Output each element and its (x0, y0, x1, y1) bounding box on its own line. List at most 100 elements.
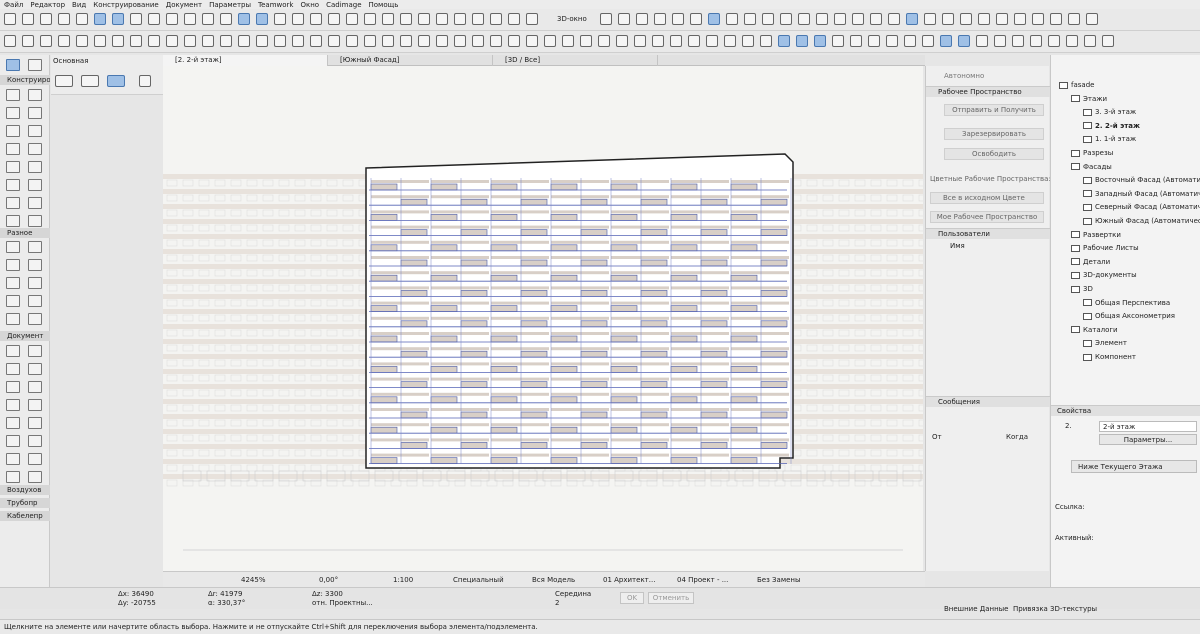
parameters-button[interactable]: Параметры... (1099, 434, 1197, 445)
toolbar-button-icon[interactable] (634, 35, 646, 47)
toolbar-button-icon[interactable] (940, 35, 952, 47)
menu-item[interactable]: Документ (166, 1, 202, 9)
toolbar-button-icon[interactable] (798, 13, 810, 25)
toolbar-button-icon[interactable] (364, 13, 376, 25)
toolbox-tool-icon[interactable] (6, 399, 20, 411)
toolbox-tool-icon[interactable] (6, 295, 20, 307)
toolbar-button-icon[interactable] (22, 35, 34, 47)
navigator-item[interactable]: Этажи (1071, 93, 1107, 105)
toolbox-tool-icon[interactable] (6, 197, 20, 209)
toolbar-button-icon[interactable] (598, 35, 610, 47)
toolbar-button-icon[interactable] (978, 13, 990, 25)
toolbar-button-icon[interactable] (40, 35, 52, 47)
toolbar-button-icon[interactable] (688, 35, 700, 47)
toolbar-button-icon[interactable] (996, 13, 1008, 25)
toolbar-button-icon[interactable] (1086, 13, 1098, 25)
rotate-icon[interactable] (107, 75, 125, 87)
toolbar-button-icon[interactable] (1084, 35, 1096, 47)
layer-combo-value[interactable]: 01 Архитект... (603, 576, 655, 585)
toolbar-button-icon[interactable] (112, 35, 124, 47)
toolbox-tool-icon[interactable] (6, 435, 20, 447)
toolbar-button-icon[interactable] (1048, 35, 1060, 47)
menu-item[interactable]: Teamwork (258, 1, 293, 9)
toolbar-button-icon[interactable] (924, 13, 936, 25)
toolbox-tool-icon[interactable] (6, 453, 20, 465)
navigator-item[interactable]: Компонент (1083, 351, 1136, 363)
toolbox-tool-icon[interactable] (28, 179, 42, 191)
toolbar-button-icon[interactable] (148, 13, 160, 25)
toolbar-button-icon[interactable] (274, 35, 286, 47)
menu-item[interactable]: Вид (72, 1, 86, 9)
toolbar-button-icon[interactable] (958, 35, 970, 47)
toolbox-tool-icon[interactable] (28, 125, 42, 137)
arrow-tool-icon[interactable] (6, 59, 20, 71)
model-value[interactable]: Вся Модель (532, 576, 575, 585)
toolbar-button-icon[interactable] (654, 13, 666, 25)
toolbar-button-icon[interactable] (454, 13, 466, 25)
layer-value[interactable]: Специальный (453, 576, 504, 585)
toolbar-button-icon[interactable] (328, 35, 340, 47)
toolbar-button-icon[interactable] (310, 35, 322, 47)
navigator-item[interactable]: Каталоги (1071, 324, 1118, 336)
toolbar-button-icon[interactable] (1014, 13, 1026, 25)
navigator-item[interactable]: Элемент (1083, 337, 1127, 349)
toolbar-button-icon[interactable] (850, 35, 862, 47)
toolbar-button-icon[interactable] (166, 35, 178, 47)
toolbar-button-icon[interactable] (778, 35, 790, 47)
toolbox-section-pipe[interactable]: Трубопр (0, 498, 50, 508)
navigator-item[interactable]: Рабочие Листы (1071, 242, 1139, 254)
toolbar-button-icon[interactable] (76, 13, 88, 25)
workspace-header[interactable]: Рабочее Пространство (926, 86, 1050, 97)
toolbox-tool-icon[interactable] (28, 259, 42, 271)
geometry-method-icon[interactable] (55, 75, 73, 87)
toolbar-button-icon[interactable] (130, 13, 142, 25)
navigator-item[interactable]: 3. 3-й этаж (1083, 106, 1136, 118)
toolbar-button-icon[interactable] (346, 13, 358, 25)
navigator-item[interactable]: Общая Перспектива (1083, 297, 1170, 309)
toolbar-button-icon[interactable] (184, 13, 196, 25)
toolbar-button-icon[interactable] (400, 13, 412, 25)
toolbox-tool-icon[interactable] (6, 241, 20, 253)
toolbar-button-icon[interactable] (562, 35, 574, 47)
toolbar-button-icon[interactable] (742, 35, 754, 47)
toolbar-button-icon[interactable] (328, 13, 340, 25)
toolbar-button-icon[interactable] (834, 13, 846, 25)
toolbar-button-icon[interactable] (292, 35, 304, 47)
toolbox-tool-icon[interactable] (28, 107, 42, 119)
toolbox-tool-icon[interactable] (28, 161, 42, 173)
external-data-label[interactable]: Внешние Данные (944, 605, 1009, 614)
toolbox-section-design[interactable]: Конструиро (0, 75, 50, 85)
navigator-item[interactable]: Восточный Фасад (Автоматичес (1083, 174, 1200, 186)
toolbar-button-icon[interactable] (760, 35, 772, 47)
view-mode-select[interactable]: Ниже Текущего Этажа (1071, 460, 1197, 473)
toolbar-button-icon[interactable] (672, 13, 684, 25)
toolbar-button-icon[interactable] (382, 13, 394, 25)
toolbox-tool-icon[interactable] (28, 363, 42, 375)
toolbar-button-icon[interactable] (1012, 35, 1024, 47)
colored-workspaces-select[interactable]: Все в исходном Цвете (930, 192, 1044, 204)
toolbox-tool-icon[interactable] (28, 381, 42, 393)
toolbar-button-icon[interactable] (994, 35, 1006, 47)
toolbar-button-icon[interactable] (690, 13, 702, 25)
pointer-icon[interactable] (139, 75, 151, 87)
toolbox-tool-icon[interactable] (6, 381, 20, 393)
toolbar-button-icon[interactable] (112, 13, 124, 25)
navigator-item[interactable]: Фасады (1071, 161, 1112, 173)
texture-mapping-label[interactable]: Привязка 3D-текстуры (1013, 605, 1097, 614)
toolbox-tool-icon[interactable] (28, 313, 42, 325)
toolbar-button-icon[interactable] (256, 13, 268, 25)
selection-method-icon[interactable] (81, 75, 99, 87)
toolbar-button-icon[interactable] (762, 13, 774, 25)
toolbox-tool-icon[interactable] (28, 241, 42, 253)
navigator-item[interactable]: 3D (1071, 283, 1093, 295)
navigator-item[interactable]: fasade (1059, 79, 1094, 91)
toolbar-button-icon[interactable] (364, 35, 376, 47)
toolbox-tool-icon[interactable] (28, 345, 42, 357)
toolbar-button-icon[interactable] (202, 35, 214, 47)
snap-value[interactable]: 2 (555, 599, 559, 608)
users-header[interactable]: Пользователи (926, 228, 1050, 239)
toolbar-button-icon[interactable] (310, 13, 322, 25)
toolbox-tool-icon[interactable] (28, 89, 42, 101)
window-3d-label[interactable]: 3D-окно (557, 15, 587, 24)
toolbar-button-icon[interactable] (922, 35, 934, 47)
